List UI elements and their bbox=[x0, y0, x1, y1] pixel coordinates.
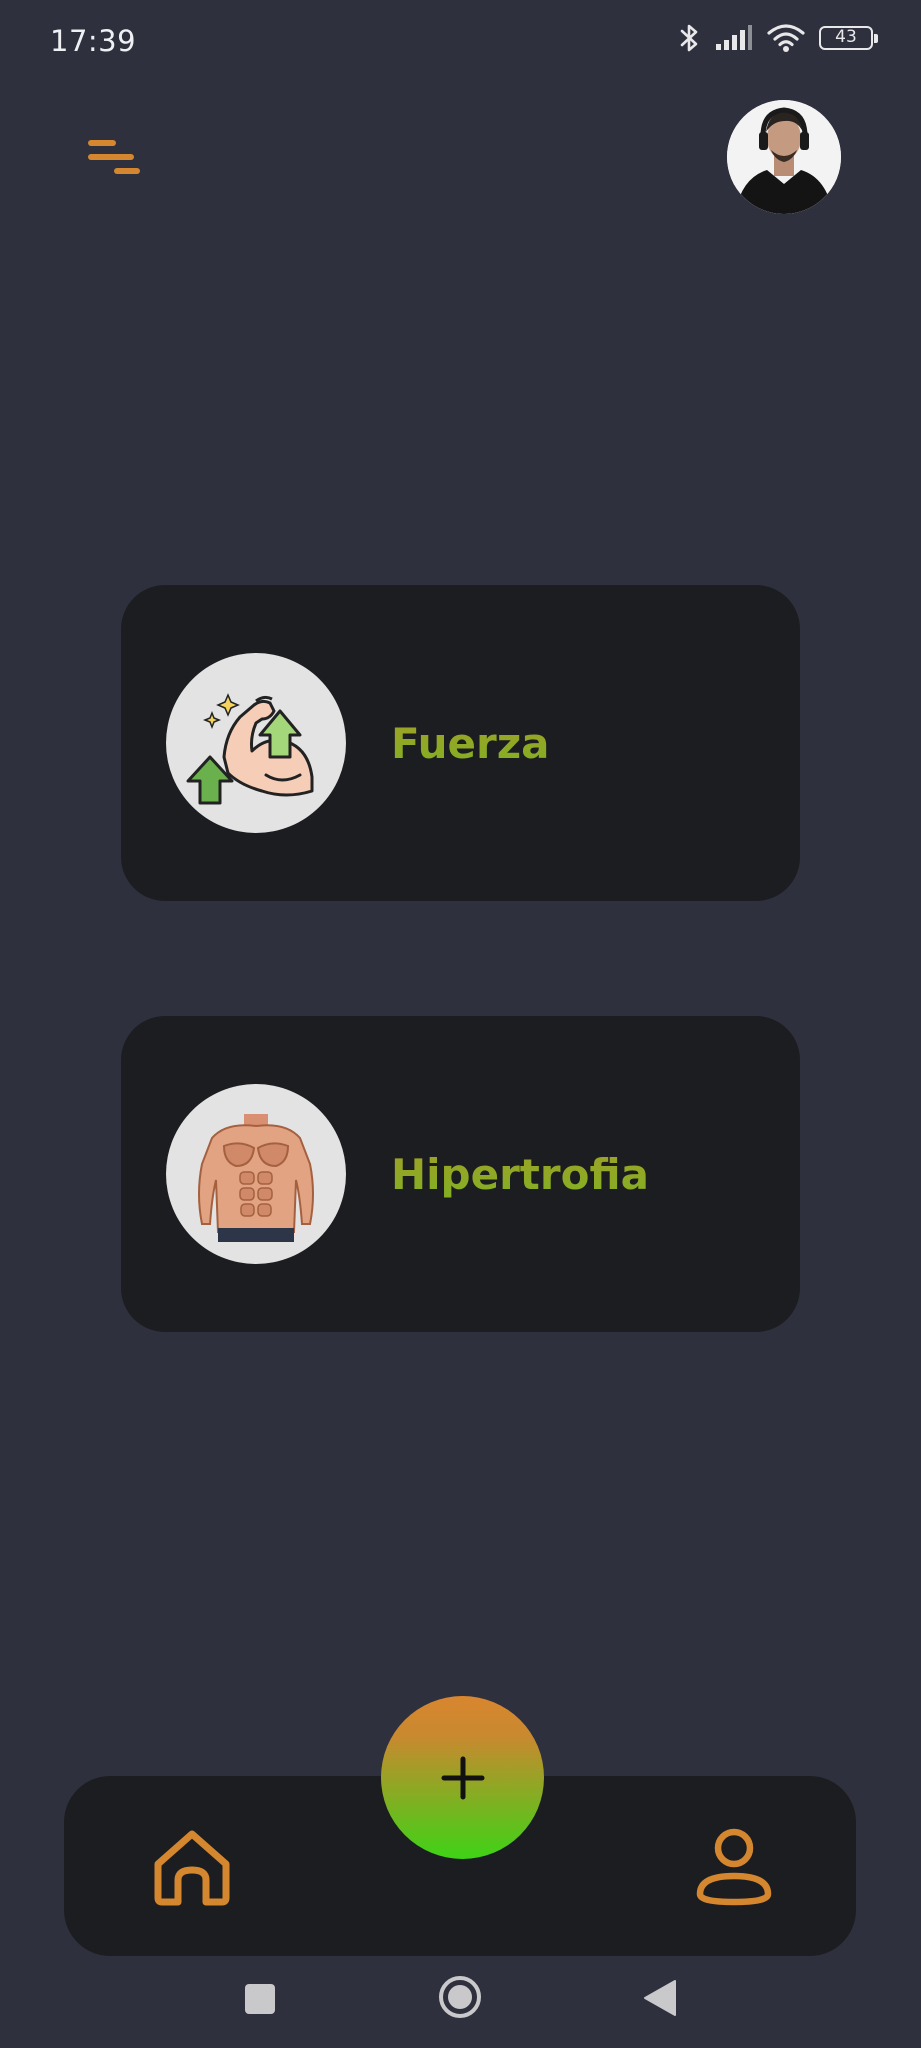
flexed-arm-growth-icon bbox=[166, 653, 346, 833]
back-triangle-icon[interactable] bbox=[643, 1979, 677, 2021]
wifi-icon bbox=[767, 23, 805, 53]
card-fuerza[interactable]: Fuerza bbox=[121, 585, 800, 901]
add-button[interactable] bbox=[381, 1696, 544, 1859]
muscular-torso-icon bbox=[166, 1084, 346, 1264]
status-time: 17:39 bbox=[50, 24, 137, 58]
battery-level: 43 bbox=[835, 27, 857, 47]
user-icon[interactable] bbox=[694, 1824, 774, 1908]
signal-icon bbox=[715, 25, 753, 51]
card-hipertrofia[interactable]: Hipertrofia bbox=[121, 1016, 800, 1332]
status-icons: 43 bbox=[679, 22, 878, 54]
plus-icon bbox=[441, 1756, 484, 1799]
home-icon[interactable] bbox=[150, 1824, 234, 1908]
card-label: Fuerza bbox=[391, 585, 549, 901]
home-circle-icon[interactable] bbox=[437, 1974, 483, 2024]
system-nav-bar bbox=[0, 1960, 921, 2048]
status-bar: 17:39 43 bbox=[0, 0, 921, 90]
card-label: Hipertrofia bbox=[391, 1016, 649, 1332]
recents-square-icon[interactable] bbox=[244, 1983, 276, 2019]
menu-icon[interactable] bbox=[84, 134, 144, 184]
profile-avatar[interactable] bbox=[727, 100, 841, 214]
battery-icon: 43 bbox=[819, 26, 878, 50]
bluetooth-icon bbox=[679, 22, 701, 54]
